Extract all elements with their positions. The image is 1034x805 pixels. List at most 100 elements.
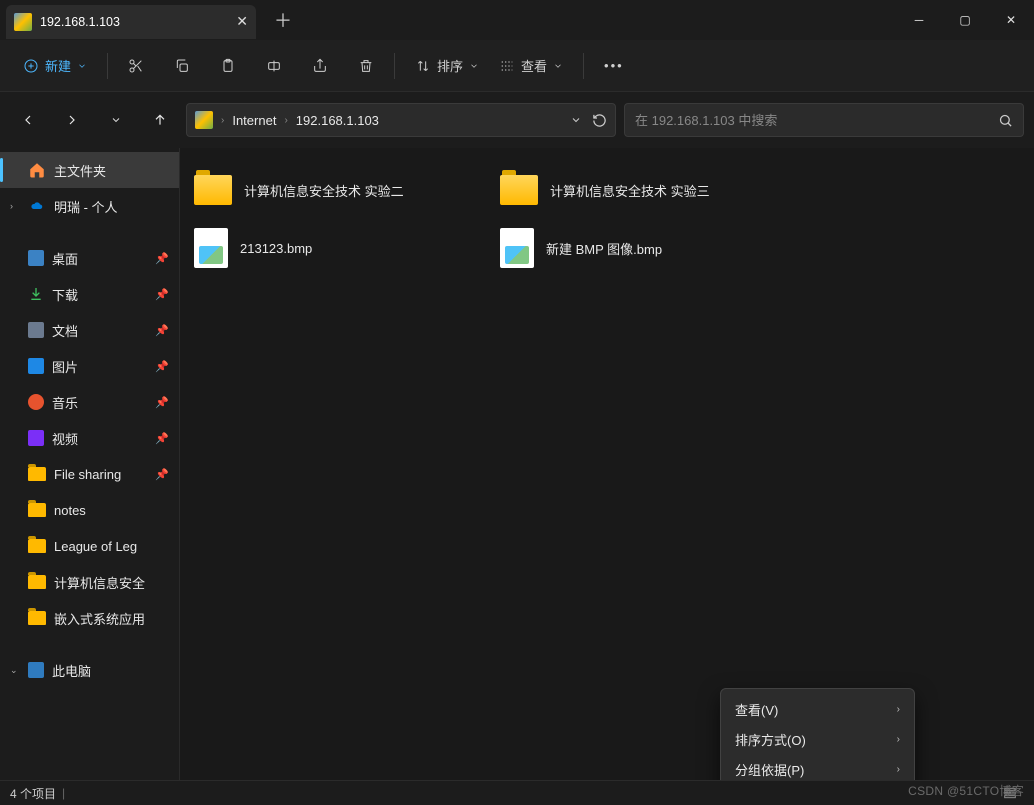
status-bar: 4 个项目 |	[0, 780, 1034, 805]
sidebar-item-videos[interactable]: 视频 📌	[0, 420, 179, 456]
copy-button[interactable]	[166, 52, 198, 80]
new-tab-button[interactable]: ＋	[274, 7, 292, 33]
forward-button[interactable]	[54, 102, 90, 138]
details-view-icon[interactable]	[1002, 785, 1018, 801]
view-button[interactable]: 查看	[491, 50, 571, 81]
chevron-down-icon	[553, 58, 563, 74]
view-icon	[499, 58, 515, 74]
sidebar-item-label: 下载	[52, 285, 78, 304]
chevron-down-icon[interactable]	[570, 114, 582, 126]
sidebar-item-pictures[interactable]: 图片 📌	[0, 348, 179, 384]
video-icon	[28, 430, 44, 446]
sidebar-item-league[interactable]: League of Leg	[0, 528, 179, 564]
download-icon	[28, 286, 44, 302]
item-count: 4 个项目	[10, 785, 56, 802]
file-item-folder[interactable]: 计算机信息安全技术 实验三	[496, 168, 796, 212]
minimize-button[interactable]: ─	[896, 0, 942, 40]
pin-icon: 📌	[155, 288, 169, 301]
delete-button[interactable]	[350, 52, 382, 80]
context-menu-item[interactable]: 查看(V) ›	[721, 694, 914, 724]
search-box[interactable]	[624, 103, 1024, 137]
file-item-image[interactable]: 213123.bmp	[190, 226, 490, 270]
plus-circle-icon	[23, 58, 39, 74]
file-name: 计算机信息安全技术 实验三	[550, 181, 710, 200]
close-window-button[interactable]: ✕	[988, 0, 1034, 40]
folder-icon	[28, 467, 46, 481]
pin-icon: 📌	[155, 396, 169, 409]
folder-icon	[28, 575, 46, 589]
tab-title: 192.168.1.103	[40, 15, 120, 29]
share-icon	[312, 58, 328, 74]
toolbar: 新建 排序 查看 •••	[0, 40, 1034, 92]
sidebar-onedrive[interactable]: › 明瑞 - 个人	[0, 188, 179, 224]
sidebar-item-notes[interactable]: notes	[0, 492, 179, 528]
sidebar-item-security[interactable]: 计算机信息安全	[0, 564, 179, 600]
back-button[interactable]	[10, 102, 46, 138]
file-name: 新建 BMP 图像.bmp	[546, 239, 662, 258]
context-menu-label: 分组依据(P)	[735, 760, 804, 779]
chevron-right-icon: ›	[284, 115, 287, 126]
chevron-right-icon: ›	[897, 764, 900, 775]
cut-button[interactable]	[120, 52, 152, 80]
sort-icon	[415, 58, 431, 74]
sidebar-item-downloads[interactable]: 下载 📌	[0, 276, 179, 312]
breadcrumb-leaf[interactable]: 192.168.1.103	[296, 113, 379, 128]
up-button[interactable]	[142, 102, 178, 138]
folder-icon	[28, 611, 46, 625]
sidebar-item-documents[interactable]: 文档 📌	[0, 312, 179, 348]
breadcrumb-root[interactable]: Internet	[232, 113, 276, 128]
context-menu-item[interactable]: 分组依据(P) ›	[721, 754, 914, 780]
more-button[interactable]: •••	[596, 52, 632, 79]
recent-button[interactable]	[98, 102, 134, 138]
chevron-right-icon: ›	[221, 115, 224, 126]
chevron-down-icon: ⌄	[10, 665, 20, 676]
address-bar[interactable]: › Internet › 192.168.1.103	[186, 103, 616, 137]
monitor-icon	[28, 662, 44, 678]
image-file-icon	[500, 228, 534, 268]
file-name: 计算机信息安全技术 实验二	[244, 181, 404, 200]
paste-button[interactable]	[212, 52, 244, 80]
toolbar-divider	[394, 53, 395, 79]
title-bar: 192.168.1.103 ✕ ＋ ─ ▢ ✕	[0, 0, 1034, 40]
refresh-icon[interactable]	[592, 113, 607, 128]
music-icon	[28, 394, 44, 410]
window-tab[interactable]: 192.168.1.103 ✕	[6, 5, 256, 39]
share-button[interactable]	[304, 52, 336, 80]
sidebar-home[interactable]: 主文件夹	[0, 152, 179, 188]
chevron-down-icon	[469, 58, 479, 74]
chevron-right-icon: ›	[897, 704, 900, 715]
maximize-button[interactable]: ▢	[942, 0, 988, 40]
sidebar-item-embedded[interactable]: 嵌入式系统应用	[0, 600, 179, 636]
clipboard-group	[120, 52, 382, 80]
chevron-right-icon: ›	[897, 734, 900, 745]
sidebar-item-desktop[interactable]: 桌面 📌	[0, 240, 179, 276]
file-item-folder[interactable]: 计算机信息安全技术 实验二	[190, 168, 490, 212]
search-icon[interactable]	[998, 113, 1013, 128]
navigation-row: › Internet › 192.168.1.103	[0, 92, 1034, 148]
image-file-icon	[194, 228, 228, 268]
context-menu-label: 排序方式(O)	[735, 730, 806, 749]
image-icon	[28, 358, 44, 374]
toolbar-divider	[583, 53, 584, 79]
rename-button[interactable]	[258, 52, 290, 80]
context-menu-item[interactable]: 排序方式(O) ›	[721, 724, 914, 754]
sidebar-this-pc[interactable]: ⌄ 此电脑	[0, 652, 179, 688]
sidebar: 主文件夹 › 明瑞 - 个人 桌面 📌 下载 📌 文档 📌	[0, 148, 180, 780]
search-input[interactable]	[635, 113, 998, 128]
sidebar-item-label: 计算机信息安全	[54, 573, 145, 592]
chevron-right-icon: ›	[10, 201, 20, 211]
sidebar-item-label: 主文件夹	[54, 161, 106, 180]
body: 主文件夹 › 明瑞 - 个人 桌面 📌 下载 📌 文档 📌	[0, 148, 1034, 780]
rename-icon	[266, 58, 282, 74]
new-button[interactable]: 新建	[15, 50, 95, 81]
clipboard-icon	[220, 58, 236, 74]
close-tab-icon[interactable]: ✕	[236, 13, 248, 30]
file-item-image[interactable]: 新建 BMP 图像.bmp	[496, 226, 796, 270]
context-menu-label: 查看(V)	[735, 700, 778, 719]
sort-button[interactable]: 排序	[407, 50, 487, 81]
sidebar-item-file-sharing[interactable]: File sharing 📌	[0, 456, 179, 492]
sidebar-item-label: 图片	[52, 357, 78, 376]
sidebar-item-music[interactable]: 音乐 📌	[0, 384, 179, 420]
file-pane[interactable]: 计算机信息安全技术 实验二 计算机信息安全技术 实验三 213123.bmp 新…	[180, 148, 1034, 780]
sidebar-item-label: 桌面	[52, 249, 78, 268]
